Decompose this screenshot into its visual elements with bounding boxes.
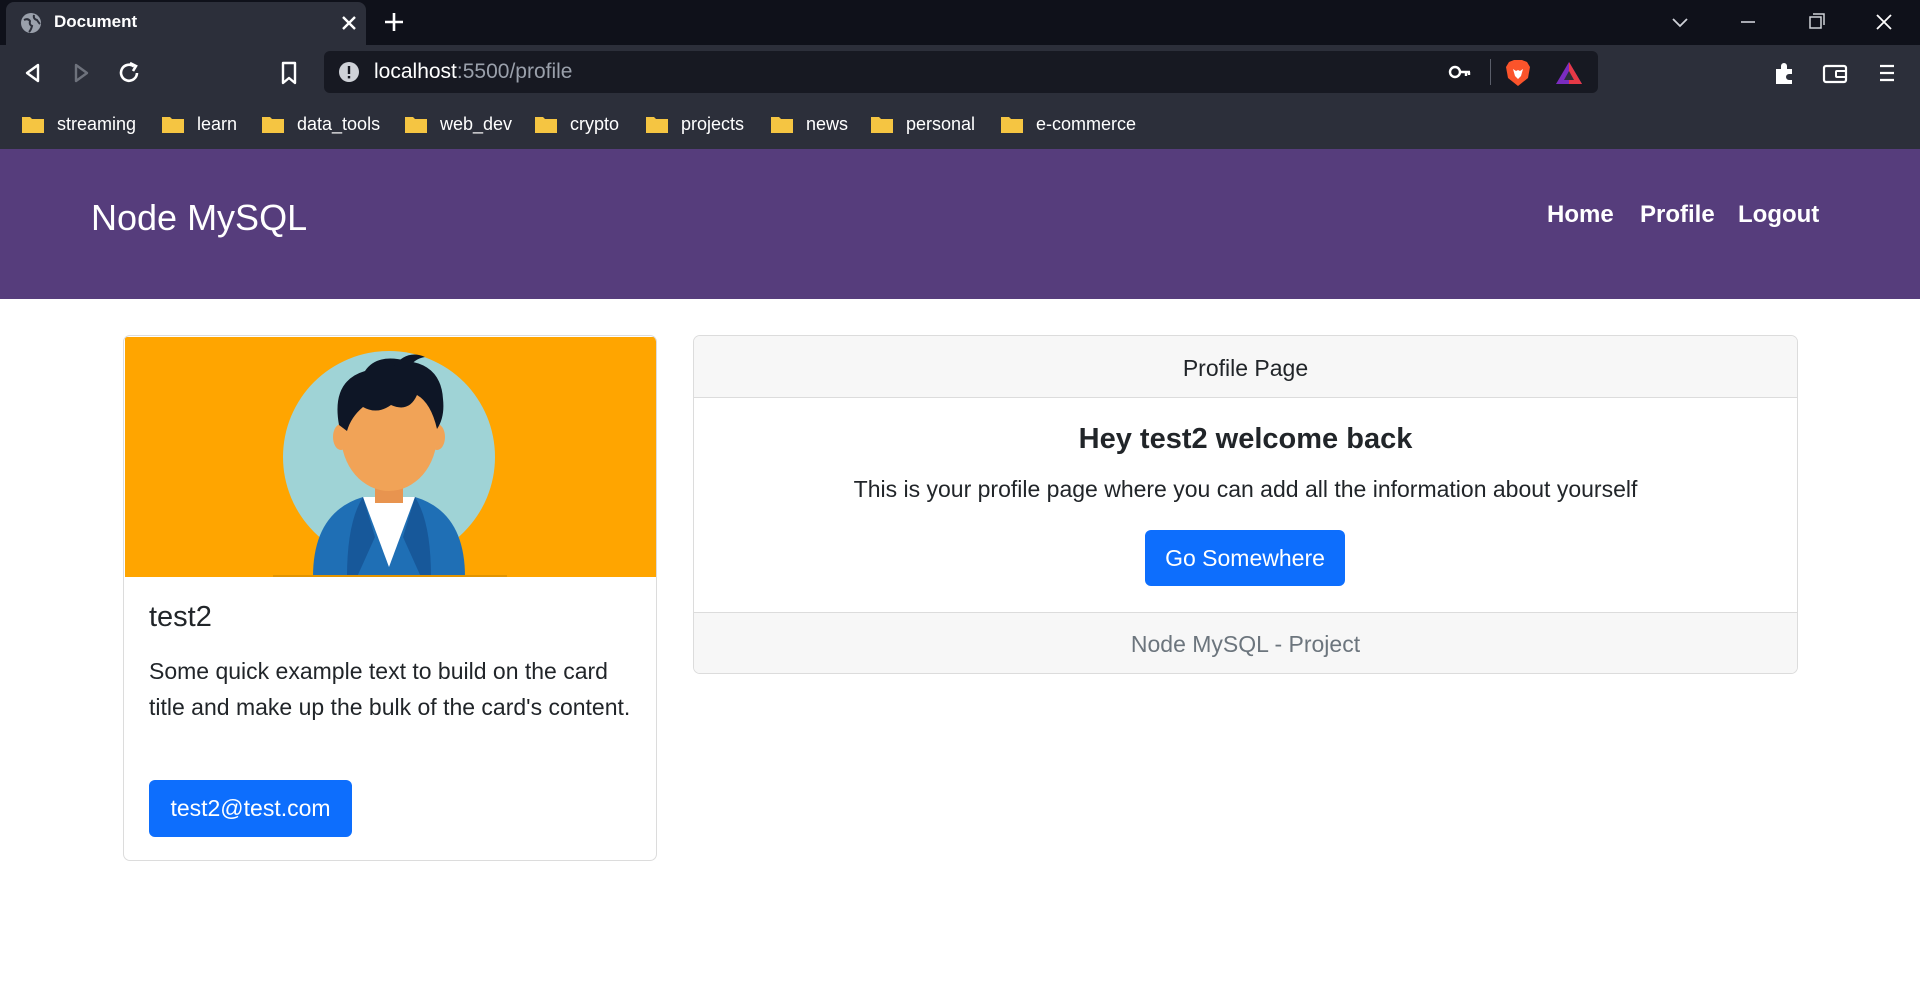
address-bar[interactable]: localhost:5500/profile	[324, 51, 1598, 93]
close-window-icon[interactable]	[1868, 8, 1900, 36]
bookmark-label: news	[806, 113, 849, 134]
info-icon[interactable]	[338, 61, 360, 83]
folder-icon	[646, 117, 668, 133]
folder-icon	[162, 117, 184, 133]
forward-icon[interactable]	[66, 58, 96, 88]
bookmark-folder-streaming[interactable]: streaming	[21, 110, 136, 138]
navbar-brand[interactable]: Node MySQL	[91, 197, 307, 239]
profile-card: test2 Some quick example text to build o…	[123, 335, 657, 861]
brave-shields-icon[interactable]	[1504, 58, 1532, 88]
bookmark-label: e-commerce	[1036, 113, 1137, 134]
profile-card-text: Some quick example text to build on the …	[149, 658, 631, 720]
bookmark-label: learn	[197, 113, 238, 134]
card-footer: Node MySQL - Project	[694, 612, 1797, 673]
bookmark-folder-web-dev[interactable]: web_dev	[404, 110, 512, 138]
card-header: Profile Page	[694, 336, 1797, 398]
profile-page-card: Profile Page Hey test2 welcome back This…	[693, 335, 1798, 674]
new-tab-icon[interactable]	[382, 10, 406, 34]
tab-title: Document	[54, 12, 138, 31]
bookmark-label: streaming	[57, 113, 137, 134]
profile-description: This is your profile page where you can …	[853, 476, 1638, 502]
folder-icon	[771, 117, 793, 133]
address-bar-divider	[1490, 59, 1491, 85]
site-navbar: Node MySQL Home Profile Logout	[0, 149, 1920, 299]
chevron-down-icon[interactable]	[1664, 8, 1696, 36]
globe-icon	[21, 13, 41, 33]
reload-icon[interactable]	[114, 58, 144, 88]
url-path: :5500/profile	[456, 60, 573, 83]
url-text[interactable]: localhost:5500/profile	[374, 60, 572, 84]
brave-rewards-icon[interactable]	[1554, 59, 1584, 87]
folder-icon	[262, 117, 284, 133]
bookmark-folder-personal[interactable]: personal	[870, 110, 975, 138]
extensions-icon[interactable]	[1770, 58, 1800, 88]
avatar-illustration	[125, 337, 656, 577]
bookmark-folder-crypto[interactable]: crypto	[534, 110, 619, 138]
welcome-heading: Hey test2 welcome back	[1078, 423, 1413, 455]
nav-link-home[interactable]: Home	[1547, 201, 1614, 229]
profile-card-title: test2	[149, 601, 212, 633]
folder-icon	[1001, 117, 1023, 133]
go-somewhere-button[interactable]: Go Somewhere	[1145, 530, 1345, 586]
bookmarks-bar: streaming learn data_tools web_dev crypt…	[0, 100, 1920, 149]
folder-icon	[871, 117, 893, 133]
bookmark-folder-learn[interactable]: learn	[161, 110, 237, 138]
bookmark-folder-news[interactable]: news	[770, 110, 848, 138]
bookmark-label: web_dev	[440, 113, 513, 134]
back-icon[interactable]	[18, 58, 48, 88]
nav-link-profile[interactable]: Profile	[1640, 201, 1715, 229]
menu-icon[interactable]	[1872, 58, 1902, 88]
email-button[interactable]: test2@test.com	[149, 780, 352, 837]
bookmark-label: projects	[681, 113, 745, 134]
browser-tab[interactable]: Document	[6, 2, 366, 45]
bookmark-folder-projects[interactable]: projects	[645, 110, 744, 138]
bookmark-icon[interactable]	[274, 58, 304, 88]
bookmark-label: crypto	[570, 113, 620, 134]
nav-link-logout[interactable]: Logout	[1738, 201, 1819, 229]
key-icon[interactable]	[1448, 61, 1472, 83]
bookmark-folder-data-tools[interactable]: data_tools	[261, 110, 380, 138]
browser-toolbar: localhost:5500/profile	[0, 45, 1920, 100]
folder-icon	[405, 117, 427, 133]
bookmark-label: personal	[906, 113, 976, 134]
close-tab-icon[interactable]	[338, 12, 360, 34]
url-host: localhost	[374, 60, 457, 83]
folder-icon	[22, 117, 44, 133]
bookmark-label: data_tools	[297, 113, 381, 134]
folder-icon	[535, 117, 557, 133]
browser-tab-strip: Document	[0, 0, 1920, 45]
bookmark-folder-e-commerce[interactable]: e-commerce	[1000, 110, 1136, 138]
wallet-icon[interactable]	[1820, 58, 1850, 88]
restore-icon[interactable]	[1800, 8, 1832, 36]
minimize-icon[interactable]	[1732, 8, 1764, 36]
